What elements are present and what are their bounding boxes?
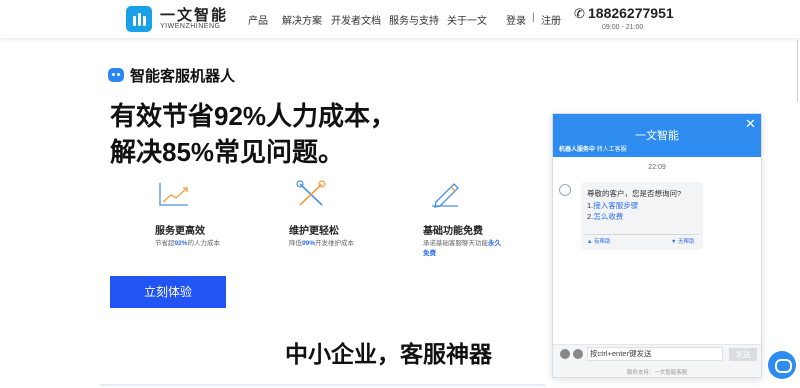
- feature-title-free: 基础功能免费: [423, 226, 483, 237]
- logo-text[interactable]: 一文智能: [160, 4, 228, 25]
- phone-number: 18826277951: [588, 5, 674, 21]
- feature-desc-free: 承诺基础客服聊天功能永久免费: [423, 240, 501, 257]
- support-credit: 服务支持：一文智能客服: [626, 370, 688, 376]
- agent-avatar: [559, 184, 571, 196]
- pen-icon: [432, 183, 459, 208]
- chat-header: 一文智能 ✕ 机器人服务中 转人工客服: [553, 114, 761, 157]
- section-headline: 中小企业，客服神器: [285, 341, 492, 367]
- chart-icon: [159, 183, 188, 206]
- close-icon[interactable]: ✕: [745, 116, 756, 132]
- nav-item-about[interactable]: 关于一文: [447, 12, 487, 27]
- feature-title-maintenance: 维护更轻松: [289, 226, 339, 237]
- product-title: 智能客服机器人: [130, 68, 236, 85]
- unhelpful-button[interactable]: ▼ 无帮助: [671, 237, 695, 245]
- message-bubble: 尊敬的客户，您是否想询问? 1.接入客服步骤 2.怎么收费 ▲ 有帮助 ▼ 无帮…: [581, 182, 703, 250]
- logo-icon[interactable]: [126, 6, 152, 32]
- robot-service-status: 机器人服务中: [559, 147, 596, 153]
- top-header: 一文智能 YIWENZHINENG 产品 解决方案 开发者文档 服务与支持 关于…: [0, 0, 800, 38]
- section-divider: [100, 384, 545, 386]
- option-pricing[interactable]: 2.怎么收费: [587, 211, 623, 222]
- send-button[interactable]: 发送: [729, 348, 757, 361]
- upload-icon[interactable]: [573, 349, 583, 359]
- nav-item-dev-docs[interactable]: 开发者文档: [331, 12, 381, 27]
- feature-title-efficient: 服务更高效: [155, 226, 205, 237]
- thumbs-down-icon: ▼: [671, 239, 677, 245]
- bubble-divider: [585, 234, 699, 235]
- service-hours: 09:00 - 21:00: [602, 24, 644, 31]
- nav-item-service[interactable]: 服务与支持: [389, 12, 439, 27]
- thumbs-up-icon: ▲: [587, 239, 593, 245]
- chat-message-input[interactable]: 按ctrl+enter键发送: [587, 347, 723, 361]
- transfer-human-link[interactable]: 转人工客服: [597, 147, 627, 153]
- nav-item-product[interactable]: 产品: [248, 12, 268, 27]
- robot-icon: [108, 68, 124, 82]
- login-link[interactable]: 登录: [506, 12, 526, 27]
- helpful-button[interactable]: ▲ 有帮助: [587, 237, 611, 245]
- chat-status: 机器人服务中 转人工客服: [559, 144, 627, 153]
- tools-icon: [296, 180, 326, 206]
- chat-widget: 一文智能 ✕ 机器人服务中 转人工客服 22:09 尊敬的客户，您是否想询问? …: [552, 113, 762, 378]
- page-edge-divider: [797, 40, 798, 102]
- feature-desc-efficient: 节省超92%的人力成本: [155, 240, 221, 247]
- greeting-text: 尊敬的客户，您是否想询问?: [587, 189, 682, 198]
- register-link[interactable]: 注册: [541, 12, 561, 27]
- headline-line-2: 解决85%常见问题。: [110, 137, 345, 167]
- feature-desc-maintenance: 降低99%开发维护成本: [289, 240, 355, 247]
- try-now-button[interactable]: 立刻体验: [110, 276, 226, 308]
- logo-subtext: YIWENZHINENG: [160, 23, 221, 30]
- phone-icon: ✆: [574, 6, 585, 21]
- chat-footer: 按ctrl+enter键发送 发送 服务支持：一文智能客服: [553, 344, 761, 377]
- nav-separator: |: [532, 12, 535, 23]
- emoji-icon[interactable]: [560, 349, 570, 359]
- chat-bubble-icon[interactable]: [768, 351, 796, 379]
- nav-item-solutions[interactable]: 解决方案: [282, 12, 322, 27]
- headline-line-1: 有效节省92%人力成本，: [110, 101, 397, 131]
- option-onboarding[interactable]: 1.接入客服步骤: [587, 200, 638, 211]
- message-timestamp: 22:09: [648, 164, 666, 171]
- chat-title: 一文智能: [635, 130, 679, 142]
